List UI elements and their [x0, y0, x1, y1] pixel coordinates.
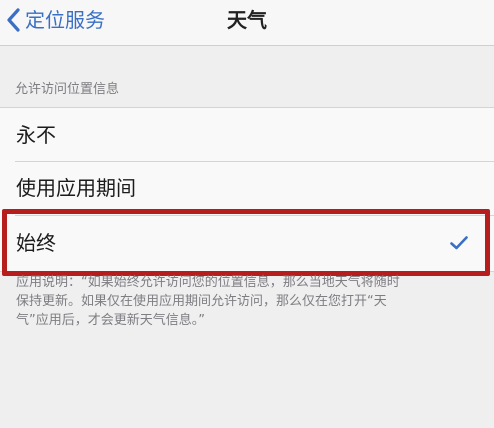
option-label: 使用应用期间: [16, 176, 136, 200]
chevron-left-icon: [7, 8, 20, 32]
option-label: 始终: [16, 231, 56, 255]
section-header: 允许访问位置信息: [15, 82, 120, 97]
footer-note-line: 气”应用后，才会更新天气信息。”: [16, 313, 205, 328]
footer-note: 应用说明：“如果始终允许访问您的位置信息，那么当地天气将随时 保持更新。如果仅在…: [16, 273, 476, 330]
checkmark-icon: [450, 236, 468, 250]
footer-note-line: 保持更新。如果仅在使用应用期间允许访问，那么仅在您打开“天: [16, 294, 387, 309]
option-while-using[interactable]: 使用应用期间: [0, 161, 494, 215]
footer-note-line: 应用说明：“如果始终允许访问您的位置信息，那么当地天气将随时: [16, 275, 400, 290]
option-never[interactable]: 永不: [0, 108, 494, 161]
location-access-options: 永不 使用应用期间 始终: [0, 107, 494, 272]
option-label: 永不: [16, 122, 56, 147]
weather-location-settings-screen: 定位服务 天气 允许访问位置信息 永不 使用应用期间 始终 应用说明：“如果始终…: [0, 0, 494, 428]
back-button[interactable]: 定位服务: [4, 6, 105, 34]
back-button-label: 定位服务: [25, 8, 105, 32]
page-title: 天气: [227, 8, 267, 32]
navigation-bar: 定位服务 天气: [0, 0, 494, 46]
option-always[interactable]: 始终: [0, 215, 494, 271]
